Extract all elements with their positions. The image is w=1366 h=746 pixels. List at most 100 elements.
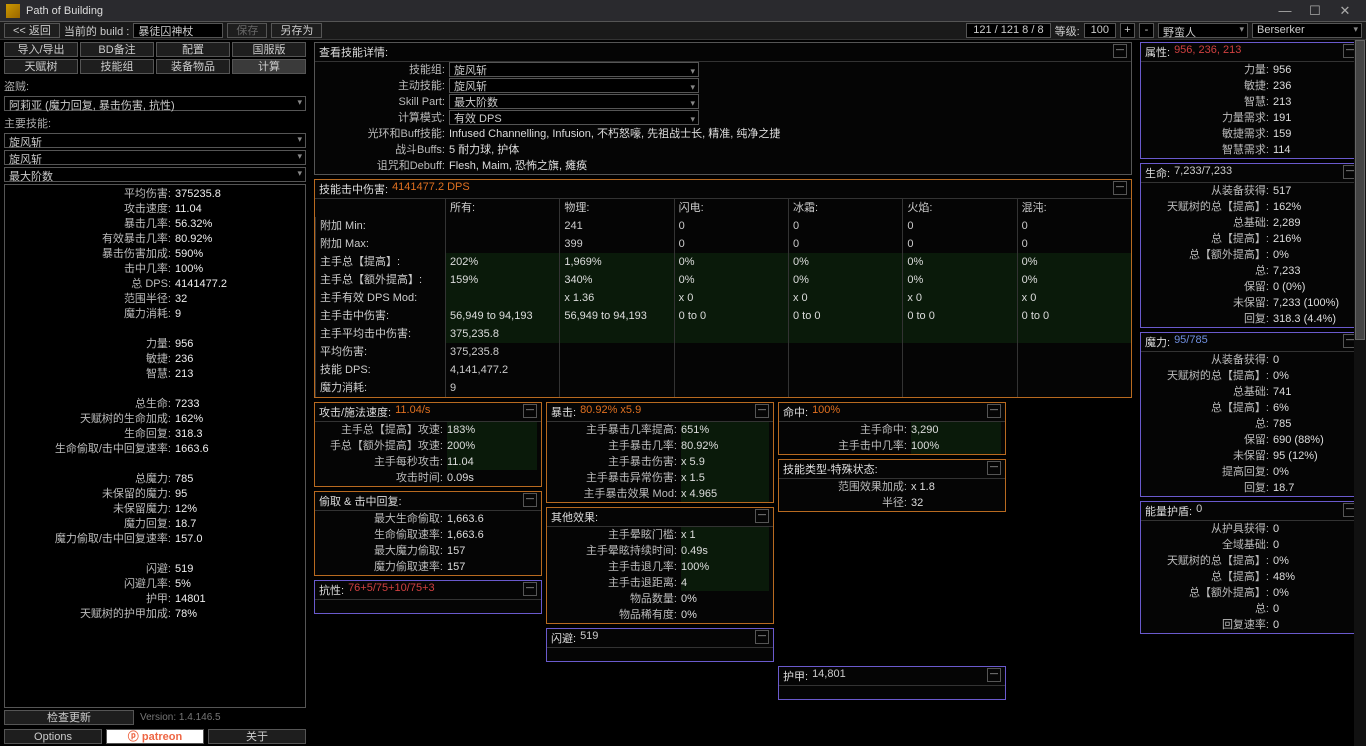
stat-value: 236: [175, 352, 193, 367]
kv-value: 100%: [681, 559, 769, 575]
class-select[interactable]: 野蛮人: [1158, 23, 1248, 38]
kv-label: 力量:: [1145, 62, 1273, 78]
stat-value: 18.7: [175, 517, 196, 532]
kv-label: 智慧需求:: [1145, 142, 1273, 158]
crit-panel: 暴击: 80.92% x5.9 — 主手暴击几率提高:651%主手暴击几率:80…: [546, 402, 774, 503]
res-title: 抗性:: [319, 582, 344, 598]
close-button[interactable]: ✕: [1330, 3, 1360, 19]
save-button[interactable]: 保存: [227, 23, 267, 38]
detail-select[interactable]: 有效 DPS: [449, 110, 699, 125]
tab-config[interactable]: 配置: [156, 42, 230, 57]
main-skill-select[interactable]: 旋风斩: [4, 133, 306, 148]
kv-label: 攻击时间:: [319, 470, 447, 486]
collapse-icon[interactable]: —: [755, 404, 769, 418]
detail-select[interactable]: 最大阶数: [449, 94, 699, 109]
leech-panel: 偷取 & 击中回复: — 最大生命偷取:1,663.6生命偷取速率:1,663.…: [314, 491, 542, 576]
kv-value: 0: [1273, 537, 1279, 553]
kv-value: 785: [1273, 416, 1291, 432]
save-as-button[interactable]: 另存为: [271, 23, 322, 38]
window-title: Path of Building: [26, 5, 1270, 17]
kv-value: x 5.9: [681, 454, 769, 470]
table-cell: [1017, 361, 1131, 379]
patreon-button[interactable]: ⓟ patreon: [106, 729, 204, 744]
kv-value: 318.3 (4.4%): [1273, 311, 1336, 327]
collapse-icon[interactable]: —: [523, 493, 537, 507]
kv-value: 11.04: [447, 454, 537, 470]
ascendancy-select[interactable]: Berserker: [1252, 23, 1362, 38]
stat-label: 魔力回复:: [5, 517, 175, 532]
minimize-button[interactable]: —: [1270, 3, 1300, 18]
table-cell: 0: [1017, 217, 1131, 235]
table-cell: [445, 235, 559, 253]
build-name-input[interactable]: [133, 23, 223, 38]
tabs-row-1: 导入/导出 BD备注 配置 国服版: [4, 42, 306, 57]
about-button[interactable]: 关于: [208, 729, 306, 744]
tabs-row-2: 天赋树 技能组 装备物品 计算: [4, 59, 306, 74]
collapse-icon[interactable]: —: [755, 630, 769, 644]
version-label: Version: 1.4.146.5: [140, 712, 221, 723]
stat-label: 暴击伤害加成:: [5, 247, 175, 262]
kv-label: 未保留:: [1145, 448, 1273, 464]
collapse-icon[interactable]: —: [987, 461, 1001, 475]
table-cell: 0%: [788, 271, 902, 289]
stat-label: [5, 547, 175, 562]
tab-items[interactable]: 装备物品: [156, 59, 230, 74]
tab-import[interactable]: 导入/导出: [4, 42, 78, 57]
table-cell: [788, 325, 902, 343]
scrollbar-track[interactable]: [1354, 40, 1366, 746]
table-header: 闪电:: [674, 199, 788, 217]
collapse-icon[interactable]: —: [523, 582, 537, 596]
check-update-button[interactable]: 检查更新: [4, 710, 134, 725]
tab-calc[interactable]: 计算: [232, 59, 306, 74]
detail-value: 5 耐力球, 护体: [449, 142, 519, 158]
stat-label: 暴击几率:: [5, 217, 175, 232]
collapse-icon[interactable]: —: [523, 404, 537, 418]
level-up-button[interactable]: +: [1120, 23, 1135, 38]
stat-label: 闪避:: [5, 562, 175, 577]
kv-value: 0: [1273, 601, 1279, 617]
table-cell: 0 to 0: [902, 307, 1016, 325]
table-cell: [559, 361, 673, 379]
resist-panel: 抗性: 76+5/75+10/75+3 —: [314, 580, 542, 614]
tab-cn[interactable]: 国服版: [232, 42, 306, 57]
table-cell: [1017, 325, 1131, 343]
scrollbar-thumb[interactable]: [1355, 40, 1365, 340]
bandit-select[interactable]: 阿莉亚 (魔力回复, 暴击伤害, 抗性): [4, 96, 306, 111]
life-title: 生命:: [1145, 165, 1170, 181]
speed-title: 攻击/施法速度:: [319, 404, 391, 420]
active-skill-select[interactable]: 旋风斩: [4, 150, 306, 165]
tab-notes[interactable]: BD备注: [80, 42, 154, 57]
table-cell: [902, 343, 1016, 361]
skill-detail-panel: 查看技能详情: — 技能组:旋风斩主动技能:旋风斩Skill Part:最大阶数…: [314, 42, 1132, 175]
kv-value: 159: [1273, 126, 1291, 142]
collapse-icon[interactable]: —: [1113, 44, 1127, 58]
kv-value: 95 (12%): [1273, 448, 1318, 464]
collapse-icon[interactable]: —: [987, 404, 1001, 418]
kv-label: 主手暴击几率提高:: [551, 422, 681, 438]
detail-select[interactable]: 旋风斩: [449, 62, 699, 77]
attrs-value: 956, 236, 213: [1174, 44, 1241, 60]
level-down-button[interactable]: -: [1139, 23, 1154, 38]
table-cell: 0 to 0: [1017, 307, 1131, 325]
tab-tree[interactable]: 天赋树: [4, 59, 78, 74]
options-button[interactable]: Options: [4, 729, 102, 744]
table-cell: 241: [559, 217, 673, 235]
kv-value: x 1.8: [911, 479, 935, 495]
kv-label: 主手晕眩持续时间:: [551, 543, 681, 559]
kv-value: 0.09s: [447, 470, 474, 486]
detail-select[interactable]: 旋风斩: [449, 78, 699, 93]
kv-label: 最大生命偷取:: [319, 511, 447, 527]
collapse-icon[interactable]: —: [755, 509, 769, 523]
stat-value: 1663.6: [175, 442, 209, 457]
table-cell: [559, 325, 673, 343]
kv-value: x 4.965: [681, 486, 769, 502]
stat-label: 魔力偷取/击中回复速率:: [5, 532, 175, 547]
collapse-icon[interactable]: —: [1113, 181, 1127, 195]
tab-skills[interactable]: 技能组: [80, 59, 154, 74]
collapse-icon[interactable]: —: [987, 668, 1001, 682]
table-row-label: 主手总【提高】:: [315, 253, 445, 271]
detail-label: Skill Part:: [319, 94, 449, 110]
back-button[interactable]: << 返回: [4, 23, 60, 38]
skill-part-select[interactable]: 最大阶数: [4, 167, 306, 182]
maximize-button[interactable]: ☐: [1300, 3, 1330, 19]
